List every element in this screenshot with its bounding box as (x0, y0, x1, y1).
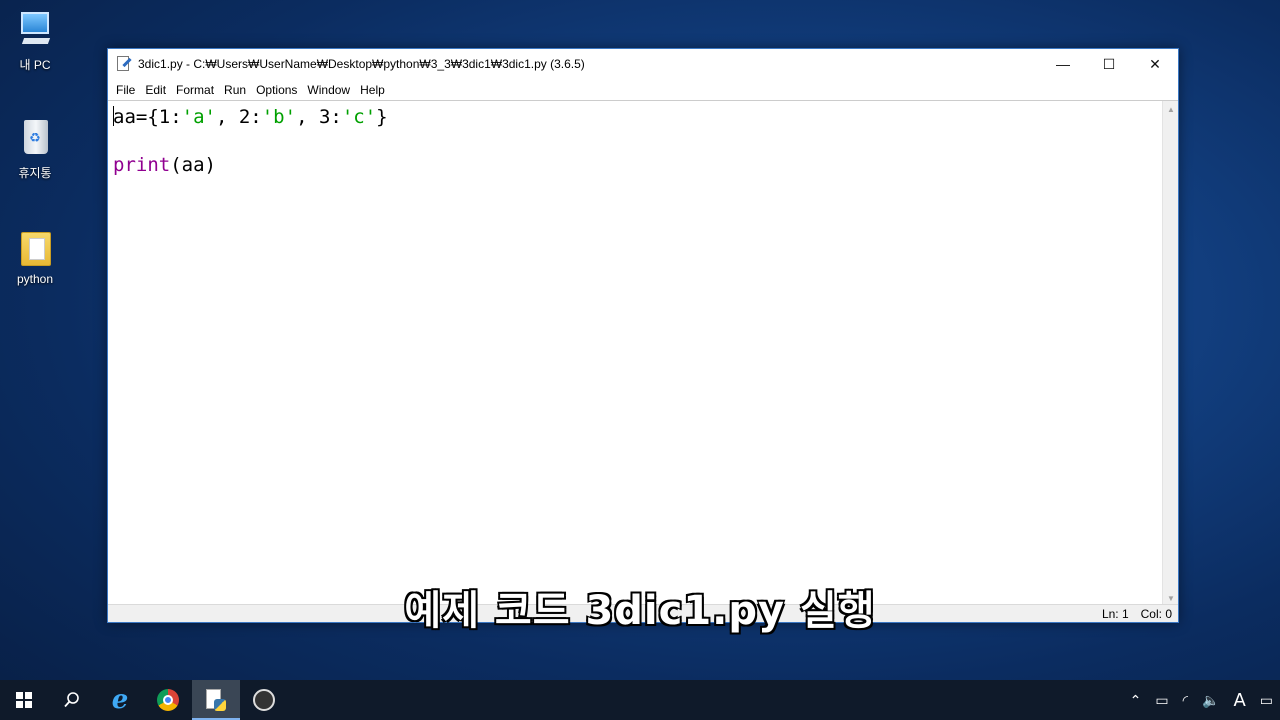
menu-bar: File Edit Format Run Options Window Help (108, 79, 1178, 101)
volume-icon[interactable]: 🔈 (1195, 692, 1226, 709)
desktop-icon-recycle-bin[interactable]: ♻ 휴지통 (8, 116, 62, 181)
menu-run[interactable]: Run (219, 83, 251, 97)
obs-icon (253, 689, 275, 711)
menu-file[interactable]: File (111, 83, 140, 97)
subtitle-caption: 예제 코드 3dic1.py 실행 (403, 587, 876, 635)
chrome-icon (157, 689, 179, 711)
system-tray: ⌃ ▭ ◜ 🔈 A ▭ (1123, 680, 1280, 720)
string-literal: 'b' (261, 106, 297, 128)
idle-file-icon (116, 56, 132, 72)
menu-window[interactable]: Window (302, 83, 355, 97)
menu-help[interactable]: Help (355, 83, 390, 97)
ime-indicator[interactable]: A (1226, 690, 1252, 711)
desktop-icon-label: python (16, 272, 54, 286)
desktop-icon-python-folder[interactable]: python (8, 224, 62, 286)
code-text: aa={1: (113, 106, 182, 128)
desktop-icon-label: 휴지통 (18, 166, 52, 180)
internet-explorer-icon: e (111, 685, 129, 715)
taskbar-internet-explorer[interactable]: e (96, 680, 144, 720)
python-idle-icon (206, 689, 226, 711)
string-literal: 'c' (341, 106, 377, 128)
title-bar[interactable]: 3dic1.py - C:₩Users₩UserName₩Desktop₩pyt… (108, 49, 1178, 79)
maximize-button[interactable]: ☐ (1086, 49, 1132, 79)
code-line-3: print(aa) (113, 153, 1164, 177)
taskbar: e ⌃ ▭ ◜ 🔈 A ▭ (0, 680, 1280, 720)
menu-edit[interactable]: Edit (140, 83, 171, 97)
minimize-button[interactable]: — (1040, 49, 1086, 79)
search-icon (64, 692, 79, 708)
vertical-scrollbar[interactable]: ▲ ▼ (1162, 101, 1178, 606)
battery-icon[interactable]: ▭ (1148, 692, 1175, 709)
notification-center-icon[interactable]: ▭ (1253, 692, 1280, 709)
show-hidden-icons-chevron-icon[interactable]: ⌃ (1123, 692, 1149, 709)
code-text: } (376, 106, 388, 128)
scroll-up-arrow-icon[interactable]: ▲ (1163, 101, 1179, 117)
code-editor[interactable]: aa={1:'a', 2:'b', 3:'c'} print(aa) (108, 101, 1164, 606)
taskbar-chrome[interactable] (144, 680, 192, 720)
menu-format[interactable]: Format (171, 83, 219, 97)
idle-editor-window: 3dic1.py - C:₩Users₩UserName₩Desktop₩pyt… (107, 48, 1179, 623)
desktop-icon-this-pc[interactable]: 내 PC (8, 8, 62, 73)
computer-icon (15, 8, 55, 52)
builtin-keyword: print (113, 154, 171, 176)
close-button[interactable]: ✕ (1132, 49, 1178, 79)
code-line-1: aa={1:'a', 2:'b', 3:'c'} (113, 105, 1164, 129)
code-text: , 2: (215, 106, 262, 128)
recycle-bin-icon: ♻ (15, 116, 55, 160)
taskbar-obs[interactable] (240, 680, 288, 720)
network-icon[interactable]: ◜ (1176, 692, 1195, 709)
windows-logo-icon (16, 692, 32, 708)
folder-icon (15, 224, 55, 268)
code-text: , 3: (296, 106, 342, 128)
search-button[interactable] (48, 680, 96, 720)
taskbar-idle[interactable] (192, 680, 240, 720)
code-text: (aa) (170, 154, 216, 176)
desktop-icon-label: 내 PC (19, 58, 51, 72)
string-literal: 'a' (181, 106, 216, 128)
menu-options[interactable]: Options (251, 83, 302, 97)
window-title: 3dic1.py - C:₩Users₩UserName₩Desktop₩pyt… (138, 57, 585, 71)
start-button[interactable] (0, 680, 48, 720)
